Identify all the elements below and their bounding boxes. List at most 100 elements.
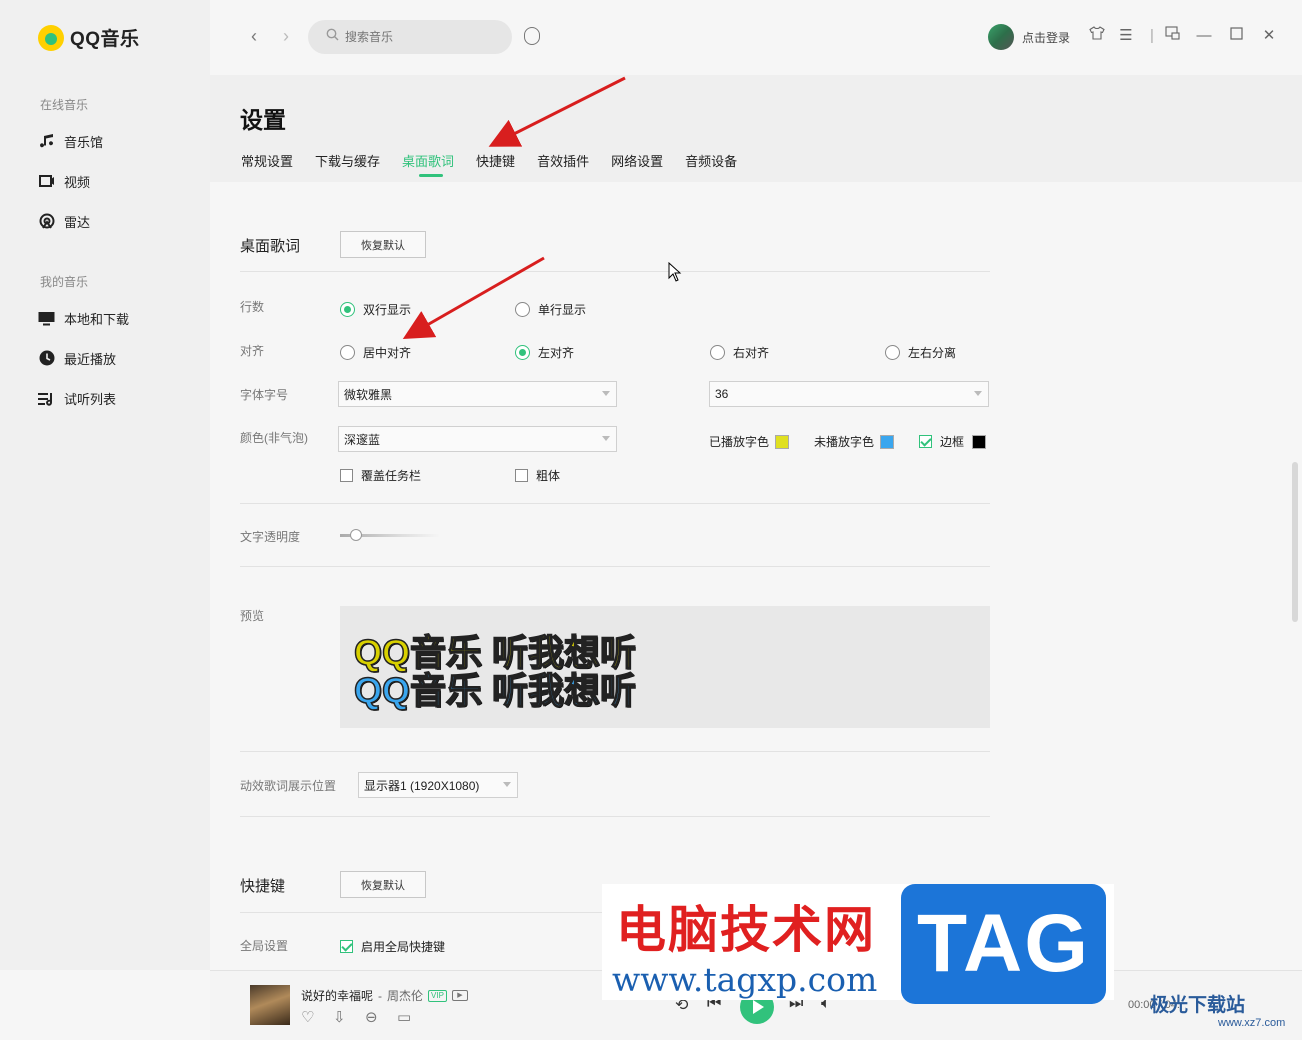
watermark-url: www.tagxp.com (612, 960, 878, 999)
tab-desktop-lyrics[interactable]: 桌面歌词 (402, 151, 454, 177)
border-color-swatch[interactable] (972, 434, 987, 449)
font-size-select[interactable]: 36 (709, 381, 989, 407)
tab-general[interactable]: 常规设置 (241, 151, 293, 170)
watermark-title: 电脑技术网 (616, 900, 876, 959)
menu-icon[interactable]: ☰ (1116, 26, 1136, 46)
download-icon[interactable]: ⇩ (333, 1008, 346, 1026)
sidebar-item-local-download[interactable]: 本地和下载 (38, 308, 129, 328)
tab-download-cache[interactable]: 下载与缓存 (315, 151, 380, 170)
radio-double-line[interactable]: 双行显示 (340, 301, 411, 318)
search-box[interactable] (308, 20, 512, 54)
back-arrow-icon[interactable]: ‹ (244, 26, 264, 47)
played-color-picker[interactable]: 已播放字色 (709, 433, 790, 450)
app-logo[interactable]: QQ音乐 (38, 24, 140, 51)
sidebar-item-label: 本地和下载 (64, 311, 130, 327)
chevron-down-icon (503, 782, 511, 787)
mv-icon[interactable]: ▶ (451, 990, 468, 1001)
radio-align-center[interactable]: 居中对齐 (340, 344, 411, 361)
song-title[interactable]: 说好的幸福呢 (301, 987, 373, 1004)
radio-label: 单行显示 (538, 303, 587, 317)
sidebar-item-trial-list[interactable]: 试听列表 (38, 388, 116, 408)
cover-taskbar-checkbox[interactable]: 覆盖任务栏 (340, 467, 421, 484)
tab-audio-device[interactable]: 音频设备 (685, 151, 737, 170)
opacity-slider[interactable] (340, 529, 440, 541)
unplayed-color-swatch[interactable] (880, 434, 895, 449)
radio-dot (515, 302, 530, 317)
enable-global-hotkeys-checkbox[interactable]: 启用全局快捷键 (340, 938, 445, 955)
unplayed-color-label: 未播放字色 (814, 435, 875, 449)
lyrics-reset-button[interactable]: 恢复默认 (340, 231, 426, 258)
color-scheme-select[interactable]: 深邃蓝 (338, 426, 617, 452)
checkbox-box (340, 469, 353, 482)
scrollbar[interactable] (1292, 462, 1298, 622)
hotkeys-reset-button[interactable]: 恢复默认 (340, 871, 426, 898)
heart-icon[interactable]: ♡ (301, 1008, 314, 1026)
skin-icon[interactable] (1087, 26, 1107, 46)
tab-network[interactable]: 网络设置 (611, 151, 663, 170)
font-family-value: 微软雅黑 (344, 387, 393, 402)
vip-badge: VIP (428, 989, 447, 1002)
mini-mode-icon[interactable] (1162, 26, 1182, 46)
bold-checkbox[interactable]: 粗体 (515, 467, 560, 484)
minimize-icon[interactable]: — (1194, 26, 1214, 46)
checkbox-label: 启用全局快捷键 (361, 940, 446, 954)
artist-name[interactable]: 周杰伦 (387, 987, 423, 1004)
position-label: 动效歌词展示位置 (240, 779, 337, 793)
close-icon[interactable]: ✕ (1259, 26, 1279, 46)
album-cover[interactable] (250, 985, 290, 1025)
comment-icon[interactable]: ▭ (397, 1008, 411, 1026)
checkbox-box (919, 435, 932, 448)
radio-label: 双行显示 (363, 303, 412, 317)
divider (240, 503, 990, 504)
login-label[interactable]: 点击登录 (1022, 29, 1070, 46)
radio-single-line[interactable]: 单行显示 (515, 301, 586, 318)
search-input[interactable] (345, 30, 495, 44)
font-size-value: 36 (715, 387, 729, 401)
sidebar-item-music-hall[interactable]: 音乐馆 (38, 131, 103, 151)
chevron-down-icon (602, 436, 610, 441)
section-title-desktop-lyrics: 桌面歌词 (240, 238, 301, 255)
maximize-icon[interactable] (1226, 26, 1246, 46)
more-icon[interactable]: ⊖ (365, 1008, 378, 1026)
radio-dot (340, 302, 355, 317)
tab-hotkeys[interactable]: 快捷键 (476, 151, 515, 170)
video-icon (38, 173, 55, 190)
page-title: 设置 (240, 107, 286, 133)
sidebar-item-radar[interactable]: 雷达 (38, 211, 90, 231)
section-title-hotkeys: 快捷键 (240, 878, 286, 895)
radio-align-left[interactable]: 左对齐 (515, 344, 574, 361)
radio-label: 居中对齐 (363, 346, 412, 360)
sidebar-item-recent[interactable]: 最近播放 (38, 348, 116, 368)
divider (240, 271, 990, 272)
toolbar-divider: | (1150, 27, 1154, 44)
sidebar-group-mine: 我的音乐 (40, 275, 89, 289)
color-scheme-value: 深邃蓝 (344, 432, 381, 447)
tab-audio-plugins[interactable]: 音效插件 (537, 151, 589, 170)
radio-dot (340, 345, 355, 360)
opacity-label: 文字透明度 (240, 530, 301, 544)
checkbox-box (340, 940, 353, 953)
divider (240, 566, 990, 567)
login-area[interactable]: 点击登录 (988, 24, 1070, 50)
sidebar: QQ音乐 在线音乐 音乐馆 视频 雷达 我的音乐 本地和下载 最近播放 试听列表 (0, 0, 210, 970)
avatar[interactable] (988, 24, 1014, 50)
played-color-swatch[interactable] (775, 434, 790, 449)
font-family-select[interactable]: 微软雅黑 (338, 381, 617, 407)
qq-music-logo-icon (38, 24, 64, 51)
watermark-site-url: www.xz7.com (1218, 1017, 1286, 1029)
display-position-select[interactable]: 显示器1 (1920X1080) (358, 772, 518, 798)
unplayed-color-picker[interactable]: 未播放字色 (814, 433, 895, 450)
border-checkbox[interactable]: 边框 (919, 433, 987, 450)
forward-arrow-icon[interactable]: › (276, 26, 296, 47)
display-position-value: 显示器1 (1920X1080) (364, 778, 480, 793)
radio-label: 右对齐 (733, 346, 770, 360)
radio-label: 左对齐 (538, 346, 575, 360)
played-color-label: 已播放字色 (709, 435, 770, 449)
radio-align-right[interactable]: 右对齐 (710, 344, 769, 361)
sidebar-item-video[interactable]: 视频 (38, 171, 90, 191)
slider-handle[interactable] (350, 529, 362, 541)
title-separator: - (378, 988, 383, 1003)
align-label: 对齐 (240, 344, 265, 358)
voice-search-icon[interactable] (524, 27, 540, 45)
radio-align-split[interactable]: 左右分离 (885, 344, 956, 361)
